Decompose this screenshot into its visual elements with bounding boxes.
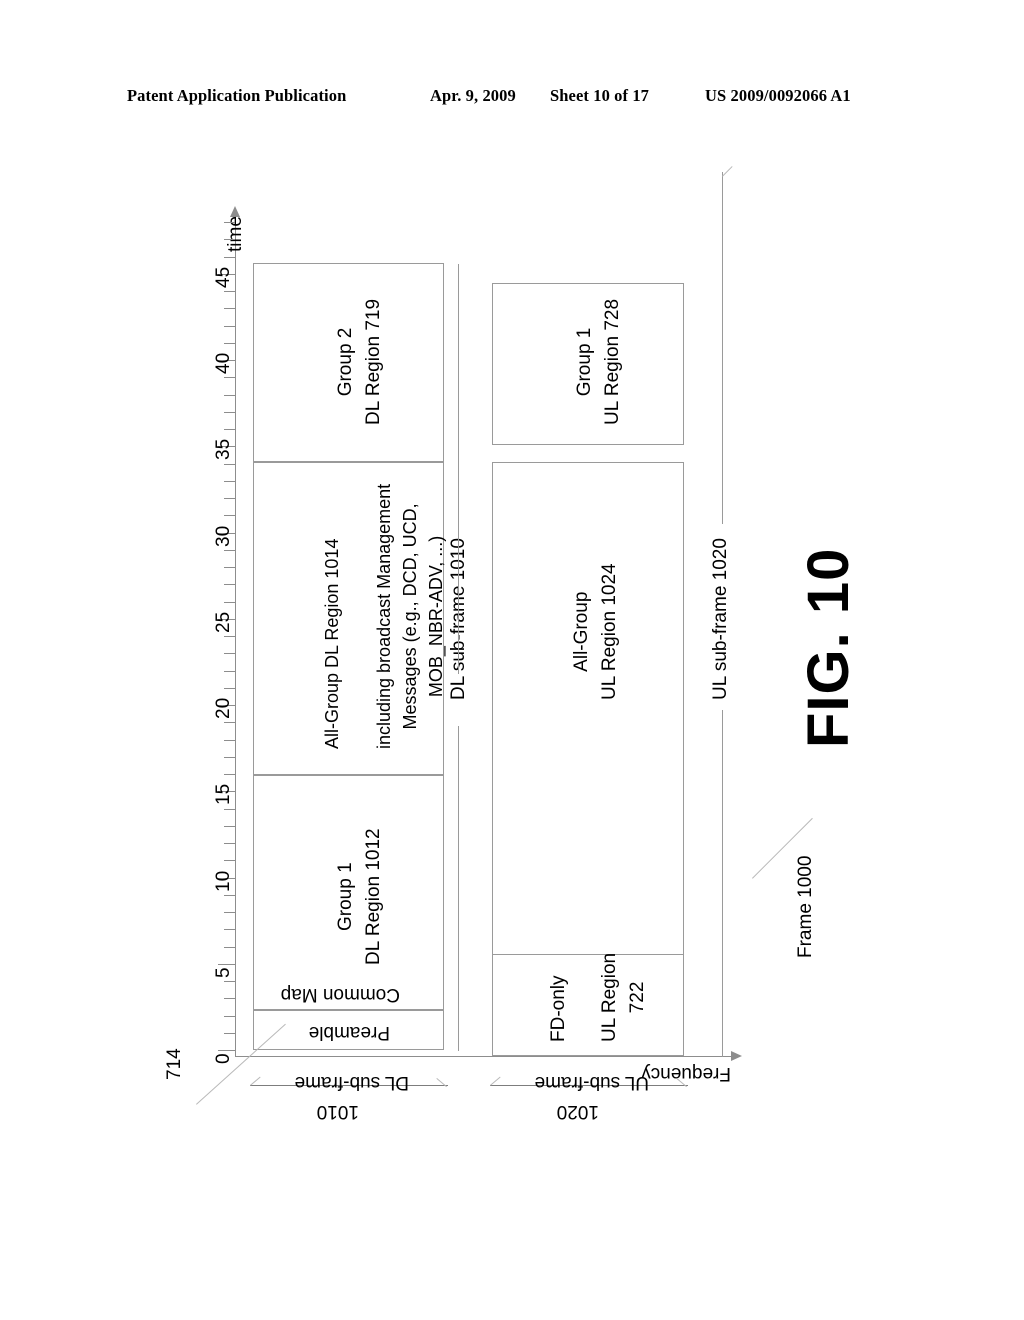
time-axis-tick-label: 5 xyxy=(213,967,234,978)
ul-region-allgroup-label: All-Group UL Region 1024 xyxy=(568,563,623,700)
time-axis-minor-tick xyxy=(224,429,235,430)
dl-region-group1-label: Group 1 DL Region 1012 xyxy=(332,828,387,965)
time-axis-tick-label: 30 xyxy=(213,525,234,547)
dl-region-group2-line1: Group 2 xyxy=(335,327,356,397)
time-axis-minor-tick xyxy=(224,636,235,637)
time-axis-minor-tick xyxy=(224,395,235,396)
time-axis-minor-tick xyxy=(224,826,235,827)
ul-region-allgroup-line1: All-Group xyxy=(571,591,592,672)
dl-region-allgroup-line4: MOB_NBR-ADV, ...) xyxy=(426,535,447,698)
time-axis-minor-tick xyxy=(224,740,235,741)
frequency-axis-line xyxy=(235,1056,732,1057)
time-axis-major-tick xyxy=(218,964,235,965)
time-axis-minor-tick xyxy=(224,515,235,516)
dl-region-group2-line2: DL Region 719 xyxy=(362,298,384,425)
time-axis-minor-tick xyxy=(224,843,235,844)
time-axis-minor-tick xyxy=(224,584,235,585)
time-axis-minor-tick xyxy=(224,464,235,465)
dl-region-group1-line1: Group 1 xyxy=(335,862,356,932)
time-axis-minor-tick xyxy=(224,308,235,309)
time-axis-minor-tick xyxy=(224,653,235,654)
time-axis-tick-label: 45 xyxy=(213,266,234,288)
frequency-axis-label: Frequency xyxy=(641,1063,731,1084)
ul-region-group1-line2: UL Region 728 xyxy=(601,298,623,425)
time-axis-minor-tick xyxy=(224,722,235,723)
time-axis-minor-tick xyxy=(224,412,235,413)
time-axis-minor-tick xyxy=(224,860,235,861)
ul-region-fdonly-label: FD-only xyxy=(545,975,573,1042)
time-axis-tick-label: 0 xyxy=(213,1053,234,1064)
frequency-axis-arrowhead xyxy=(731,1051,742,1061)
time-axis-minor-tick xyxy=(224,291,235,292)
time-axis-minor-tick xyxy=(224,257,235,258)
time-axis-minor-tick xyxy=(224,498,235,499)
patent-figure: time 0 5 10 15 20 25 30 35 40 45 Frequency Group … xyxy=(0,0,1024,1320)
ul-region-fdonly-ref: UL Region 722 xyxy=(596,953,651,1042)
time-axis-minor-tick xyxy=(224,929,235,930)
ul-subframe-side-label: UL sub-frame 1020 xyxy=(710,538,731,700)
dl-common-map-label: Common Map xyxy=(280,984,400,1005)
ul-region-group1-label: Group 1 UL Region 728 xyxy=(571,299,626,425)
ref-714-label: 714 xyxy=(164,1048,185,1080)
dl-region-allgroup-line1: All-Group DL Region 1014 xyxy=(322,538,342,749)
time-axis-line xyxy=(235,214,236,1056)
time-axis-minor-tick xyxy=(224,981,235,982)
frame-1000-label: Frame 1000 xyxy=(795,855,816,958)
time-axis-tick-label: 25 xyxy=(213,611,234,633)
dl-region-allgroup-line3: Messages (e.g., DCD, UCD, xyxy=(400,503,421,730)
time-axis-minor-tick xyxy=(224,998,235,999)
time-axis-minor-tick xyxy=(224,222,235,223)
time-axis-minor-tick xyxy=(224,550,235,551)
time-axis-minor-tick xyxy=(224,481,235,482)
ul-region-fdonly-line2: UL Region xyxy=(599,952,620,1042)
ul-subframe-side-line-top xyxy=(722,172,723,524)
figure-title: FIG. 10 xyxy=(796,547,861,748)
time-axis-minor-tick xyxy=(224,602,235,603)
ul-region-allgroup-box xyxy=(492,462,684,955)
time-axis-tick-label: 20 xyxy=(213,697,234,719)
dl-region-group1-line2: DL Region 1012 xyxy=(362,828,384,965)
dl-region-allgroup-detail: including broadcast Management Messages … xyxy=(371,484,449,749)
time-axis-minor-tick xyxy=(224,757,235,758)
time-axis-minor-tick xyxy=(224,688,235,689)
ul-region-fdonly-box xyxy=(492,954,684,1056)
time-axis-tick-label: 15 xyxy=(213,783,234,805)
dl-region-allgroup-label: All-Group DL Region 1014 xyxy=(319,539,345,749)
time-axis-minor-tick xyxy=(224,671,235,672)
ul-region-group1-line1: Group 1 xyxy=(574,327,595,397)
dl-subframe-side-label: DL sub-frame 1010 xyxy=(448,538,469,700)
time-axis-minor-tick xyxy=(224,912,235,913)
time-axis-tick-label: 40 xyxy=(213,352,234,374)
time-axis-minor-tick xyxy=(224,809,235,810)
dl-region-group2-label: Group 2 DL Region 719 xyxy=(332,299,387,425)
time-axis-minor-tick xyxy=(224,567,235,568)
time-axis-minor-tick xyxy=(224,377,235,378)
time-axis-minor-tick xyxy=(224,774,235,775)
ul-region-allgroup-line2: UL Region 1024 xyxy=(598,563,620,700)
time-axis-minor-tick xyxy=(224,947,235,948)
dl-preamble-label: Preamble xyxy=(308,1022,390,1043)
ul-region-fdonly-line1: FD-only xyxy=(548,975,569,1042)
ul-subframe-side-line-tick xyxy=(722,166,733,177)
time-axis-minor-tick xyxy=(224,239,235,240)
time-axis-tick-label: 10 xyxy=(213,870,234,892)
ref-714-leader xyxy=(196,1023,286,1105)
dl-bracket-ref: 1010 xyxy=(316,1101,359,1122)
ul-bracket-label: UL sub-frame xyxy=(534,1072,649,1093)
time-axis-minor-tick xyxy=(224,326,235,327)
time-axis-minor-tick xyxy=(224,1016,235,1017)
dl-subframe-side-line xyxy=(458,264,459,674)
time-axis-minor-tick xyxy=(224,343,235,344)
time-axis-minor-tick xyxy=(224,895,235,896)
ul-bracket-ref: 1020 xyxy=(556,1101,599,1122)
dl-bracket-label: DL sub-frame xyxy=(294,1072,409,1093)
dl-subframe-side-line-2 xyxy=(458,726,459,1051)
time-axis-minor-tick xyxy=(224,1033,235,1034)
ul-subframe-side-line-bottom xyxy=(722,710,723,1057)
time-axis-major-tick xyxy=(218,1050,235,1051)
time-axis-tick-label: 35 xyxy=(213,438,234,460)
ul-region-fdonly-line3: 722 xyxy=(626,981,648,1014)
dl-region-allgroup-line2: including broadcast Management xyxy=(374,483,394,749)
